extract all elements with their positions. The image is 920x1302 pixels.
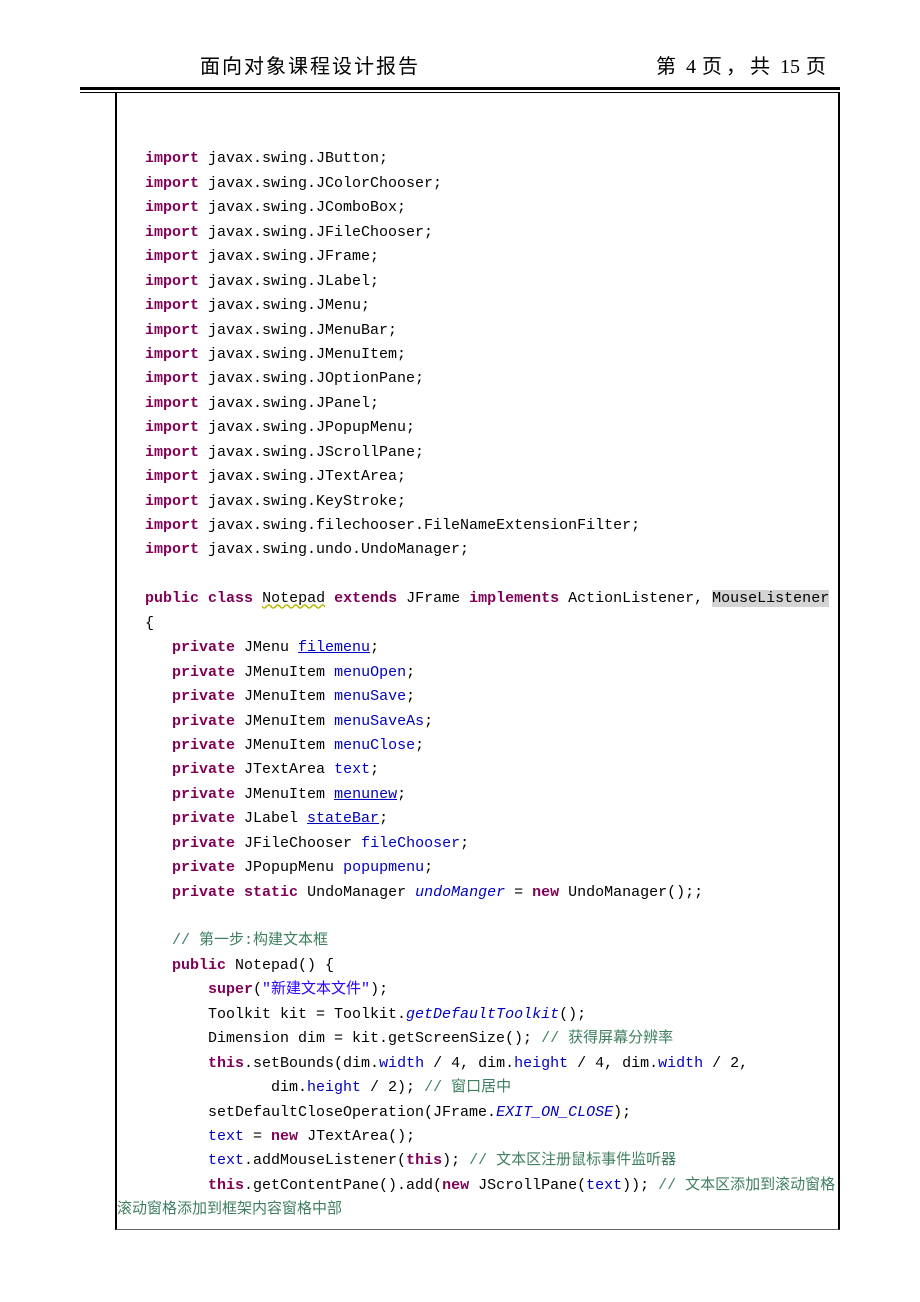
field: private JMenu filemenu; xyxy=(145,636,828,660)
import-line: import javax.swing.JColorChooser; xyxy=(145,172,828,196)
comment: // 第一步:构建文本框 xyxy=(145,929,828,953)
stmt: text = new JTextArea(); xyxy=(145,1125,828,1149)
field: private JFileChooser fileChooser; xyxy=(145,832,828,856)
stmt: this.setBounds(dim.width / 4, dim.height… xyxy=(145,1052,828,1076)
stmt: Toolkit kit = Toolkit.getDefaultToolkit(… xyxy=(145,1003,828,1027)
field: private JMenuItem menunew; xyxy=(145,783,828,807)
import-line: import javax.swing.JTextArea; xyxy=(145,465,828,489)
field: private JPopupMenu popupmenu; xyxy=(145,856,828,880)
import-line: import javax.swing.JScrollPane; xyxy=(145,441,828,465)
field: private static UndoManager undoManger = … xyxy=(145,881,828,905)
field: private JLabel stateBar; xyxy=(145,807,828,831)
import-line: import javax.swing.JButton; xyxy=(145,147,828,171)
code-block: import javax.swing.JButton;import javax.… xyxy=(115,93,840,1230)
field: private JMenuItem menuSaveAs; xyxy=(145,710,828,734)
constructor: public Notepad() { xyxy=(145,954,828,978)
stmt: dim.height / 2); // 窗口居中 xyxy=(145,1076,828,1100)
page-indicator: 第4页，共15页 xyxy=(656,50,830,79)
import-line: import javax.swing.undo.UndoManager; xyxy=(145,538,828,562)
import-line: import javax.swing.KeyStroke; xyxy=(145,490,828,514)
import-line: import javax.swing.JMenuBar; xyxy=(145,319,828,343)
field: private JMenuItem menuSave; xyxy=(145,685,828,709)
import-line: import javax.swing.filechooser.FileNameE… xyxy=(145,514,828,538)
import-line: import javax.swing.JPopupMenu; xyxy=(145,416,828,440)
brace: { xyxy=(145,612,828,636)
field: private JMenuItem menuClose; xyxy=(145,734,828,758)
stmt: text.addMouseListener(this); // 文本区注册鼠标事… xyxy=(145,1149,828,1173)
header-title: 面向对象课程设计报告 xyxy=(200,50,420,79)
stmt: this.getContentPane().add(new JScrollPan… xyxy=(145,1174,828,1198)
blank-line xyxy=(145,563,828,587)
field: private JTextArea text; xyxy=(145,758,828,782)
import-line: import javax.swing.JOptionPane; xyxy=(145,367,828,391)
overflow-comment: 滚动窗格添加到框架内容窗格中部 xyxy=(117,1198,828,1222)
import-line: import javax.swing.JComboBox; xyxy=(145,196,828,220)
import-line: import javax.swing.JMenuItem; xyxy=(145,343,828,367)
blank-line xyxy=(145,905,828,929)
import-line: import javax.swing.JFileChooser; xyxy=(145,221,828,245)
blank-line xyxy=(145,123,828,147)
stmt: setDefaultCloseOperation(JFrame.EXIT_ON_… xyxy=(145,1101,828,1125)
stmt: Dimension dim = kit.getScreenSize(); // … xyxy=(145,1027,828,1051)
import-line: import javax.swing.JFrame; xyxy=(145,245,828,269)
import-line: import javax.swing.JLabel; xyxy=(145,270,828,294)
import-line: import javax.swing.JPanel; xyxy=(145,392,828,416)
import-line: import javax.swing.JMenu; xyxy=(145,294,828,318)
class-declaration: public class Notepad extends JFrame impl… xyxy=(145,587,828,611)
field: private JMenuItem menuOpen; xyxy=(145,661,828,685)
page-header: 面向对象课程设计报告 第4页，共15页 xyxy=(0,0,920,87)
header-rule-thick xyxy=(80,87,840,90)
stmt: super("新建文本文件"); xyxy=(145,978,828,1002)
